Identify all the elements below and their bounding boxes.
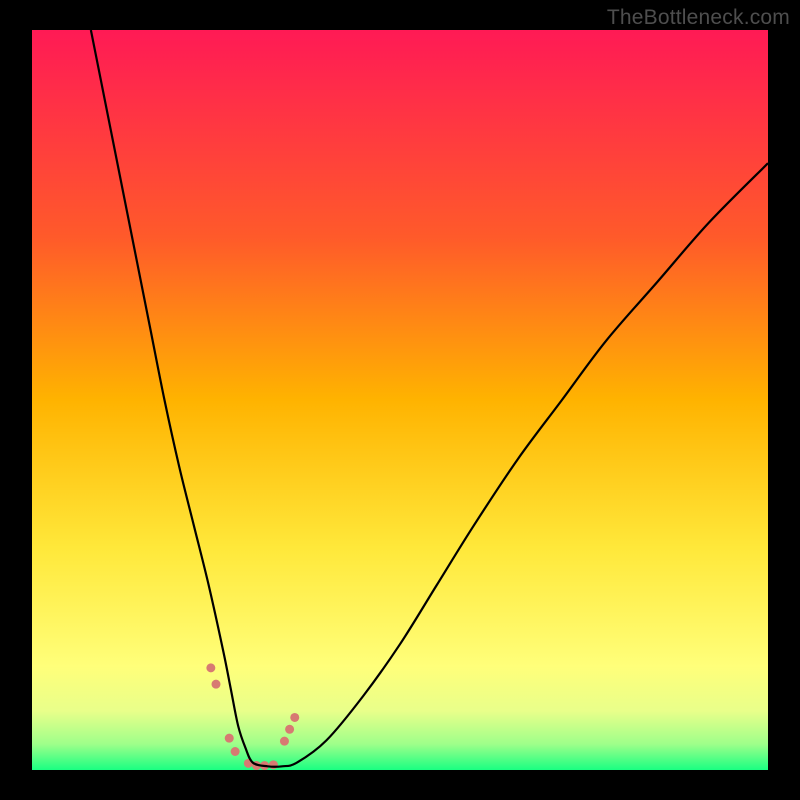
plot-area <box>32 30 768 770</box>
watermark-text: TheBottleneck.com <box>607 6 790 30</box>
chart-frame: TheBottleneck.com <box>0 0 800 800</box>
plot-svg <box>32 30 768 770</box>
marker-point <box>269 760 278 769</box>
marker-point <box>231 747 240 756</box>
marker-point <box>206 663 215 672</box>
marker-point <box>285 725 294 734</box>
marker-point <box>290 713 299 722</box>
gradient-background <box>32 30 768 770</box>
marker-point <box>225 734 234 743</box>
marker-point <box>212 680 221 689</box>
marker-point <box>280 737 289 746</box>
